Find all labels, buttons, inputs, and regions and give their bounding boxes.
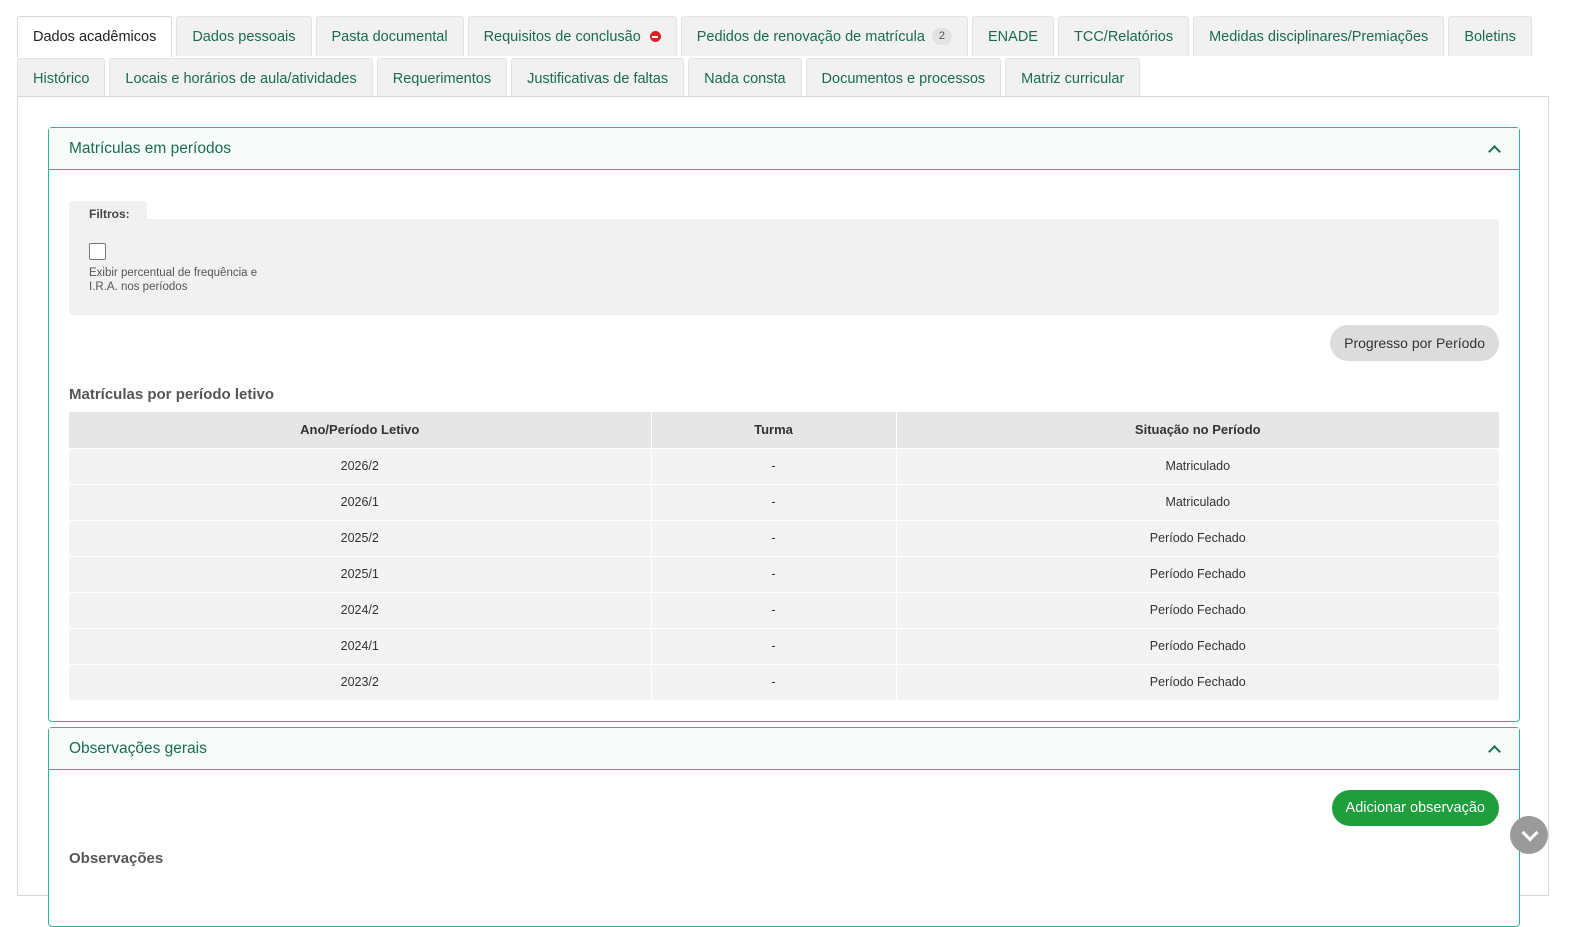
chevron-up-icon[interactable] [1487, 142, 1501, 156]
table-cell: Matriculado [896, 483, 1499, 520]
table-cell: - [651, 447, 897, 484]
tab-pasta-documental[interactable]: Pasta documental [315, 16, 464, 56]
table-cell: - [651, 483, 897, 520]
table-cell: - [651, 555, 897, 592]
table-cell: - [651, 519, 897, 556]
table-cell: - [651, 627, 897, 664]
table-cell: Período Fechado [896, 591, 1499, 628]
tab-matriz-curricular[interactable]: Matriz curricular [1005, 58, 1141, 98]
tab-row-2: Histórico Locais e horários de aula/ativ… [17, 58, 1549, 98]
table-cell: Período Fechado [896, 663, 1499, 700]
table-cell: 2024/2 [69, 591, 652, 628]
table-cell: 2026/2 [69, 447, 652, 484]
column-header: Situação no Período [896, 412, 1499, 448]
chevron-up-icon[interactable] [1487, 742, 1501, 756]
add-observation-button[interactable]: Adicionar observação [1331, 790, 1499, 826]
tab-row-1: Dados acadêmicos Dados pessoais Pasta do… [17, 16, 1549, 57]
tab-locais-horarios[interactable]: Locais e horários de aula/atividades [109, 58, 373, 98]
table-cell: Período Fechado [896, 519, 1499, 556]
frequency-ira-checkbox[interactable] [89, 243, 106, 260]
table-row: 2026/1- Matriculado [69, 483, 1499, 520]
checkbox-label: Exibir percentual de frequência e I.R.A.… [89, 267, 258, 293]
observations-heading: Observações [69, 850, 164, 867]
panel-title: Matrículas em períodos [69, 139, 231, 157]
filters-label: Filtros: [69, 201, 147, 221]
filters-box: Exibir percentual de frequência e I.R.A.… [69, 219, 1499, 315]
table-cell: - [651, 591, 897, 628]
table-row: 2024/1- Período Fechado [69, 627, 1499, 664]
tab-requisitos-conclusao[interactable]: Requisitos de conclusão [467, 16, 677, 56]
column-header: Turma [651, 412, 897, 448]
table-cell: 2025/1 [69, 555, 652, 592]
table-row: 2025/2- Período Fechado [69, 519, 1499, 556]
tab-medidas-disciplinares[interactable]: Medidas disciplinares/Premiações [1193, 16, 1445, 56]
tab-historico[interactable]: Histórico [17, 58, 106, 98]
section-title: Matrículas por período letivo [69, 386, 275, 403]
table-cell: 2025/2 [69, 519, 652, 556]
table-cell: Matriculado [896, 447, 1499, 484]
tab-bar: Dados acadêmicos Dados pessoais Pasta do… [17, 16, 1549, 100]
table-cell: 2026/1 [69, 483, 652, 520]
table-cell: Período Fechado [896, 627, 1499, 664]
tab-nada-consta[interactable]: Nada consta [688, 58, 802, 98]
panel-title: Observações gerais [69, 739, 207, 757]
tab-enade[interactable]: ENADE [972, 16, 1054, 56]
table-cell: 2023/2 [69, 663, 652, 700]
observations-panel: Observações gerais Adicionar observação … [48, 727, 1520, 927]
tab-documentos-processos[interactable]: Documentos e processos [805, 58, 1002, 98]
enrollments-panel-header[interactable]: Matrículas em períodos [49, 128, 1519, 170]
table-row: 2025/1- Período Fechado [69, 555, 1499, 592]
enrollments-table: Ano/Período Letivo Turma Situação no Per… [69, 412, 1499, 700]
observations-panel-header[interactable]: Observações gerais [49, 728, 1519, 770]
tab-justificativas-faltas[interactable]: Justificativas de faltas [511, 58, 685, 98]
tab-content: Matrículas em períodos Filtros: Exibir p… [17, 96, 1549, 927]
tab-dados-pessoais[interactable]: Dados pessoais [176, 16, 312, 56]
progress-by-period-button[interactable]: Progresso por Período [1330, 325, 1499, 361]
tab-pedidos-renovacao[interactable]: Pedidos de renovação de matrícula 2 [680, 16, 969, 56]
count-badge: 2 [931, 28, 953, 45]
tab-dados-academicos[interactable]: Dados acadêmicos [17, 16, 173, 57]
table-cell: 2024/1 [69, 627, 652, 664]
chevron-down-icon [1522, 825, 1536, 839]
table-row: 2026/2- Matriculado [69, 447, 1499, 484]
scroll-down-button[interactable] [1510, 816, 1548, 854]
table-row: 2023/2- Período Fechado [69, 663, 1499, 700]
tab-requerimentos[interactable]: Requerimentos [376, 58, 508, 98]
table-cell: - [651, 663, 897, 700]
tab-tcc-relatorios[interactable]: TCC/Relatórios [1057, 16, 1190, 56]
table-cell: Período Fechado [896, 555, 1499, 592]
column-header: Ano/Período Letivo [69, 412, 652, 448]
table-header-row: Ano/Período Letivo Turma Situação no Per… [69, 412, 1499, 448]
table-row: 2024/2- Período Fechado [69, 591, 1499, 628]
remove-icon [649, 31, 661, 42]
tab-boletins[interactable]: Boletins [1448, 16, 1532, 56]
enrollments-panel: Matrículas em períodos Filtros: Exibir p… [48, 127, 1520, 722]
